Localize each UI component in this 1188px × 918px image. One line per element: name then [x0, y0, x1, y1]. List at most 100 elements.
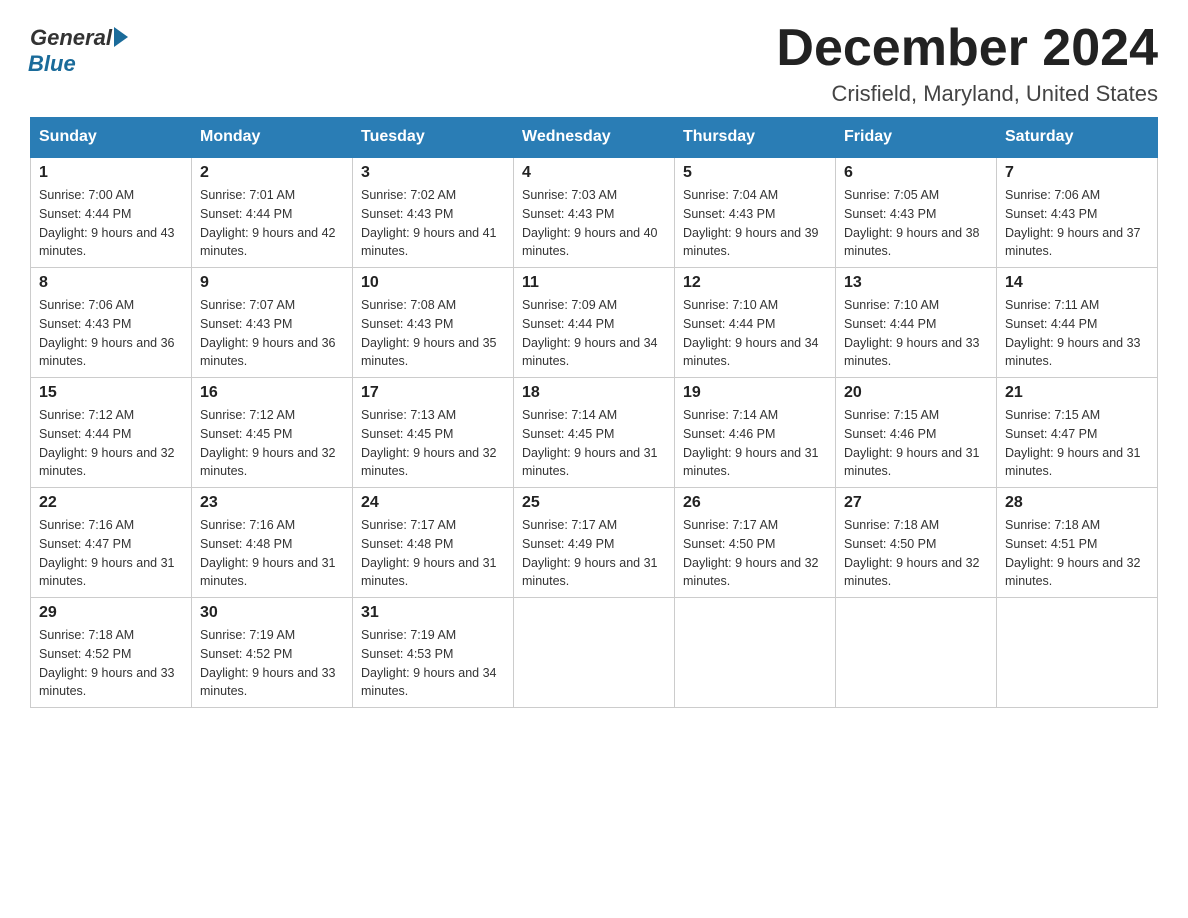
day-info: Sunrise: 7:18 AMSunset: 4:52 PMDaylight:… — [39, 626, 183, 701]
week-row-3: 15 Sunrise: 7:12 AMSunset: 4:44 PMDayligh… — [31, 378, 1158, 488]
day-number: 31 — [361, 604, 505, 622]
day-info: Sunrise: 7:18 AMSunset: 4:50 PMDaylight:… — [844, 516, 988, 591]
day-number: 21 — [1005, 384, 1149, 402]
page-header: General Blue December 2024 Crisfield, Ma… — [30, 20, 1158, 107]
day-info: Sunrise: 7:06 AMSunset: 4:43 PMDaylight:… — [39, 296, 183, 371]
day-info: Sunrise: 7:05 AMSunset: 4:43 PMDaylight:… — [844, 186, 988, 261]
calendar-cell: 18Sunrise: 7:14 AMSunset: 4:45 PMDayligh… — [514, 378, 675, 488]
day-info: Sunrise: 7:17 AMSunset: 4:50 PMDaylight:… — [683, 516, 827, 591]
day-number: 20 — [844, 384, 988, 402]
day-number: 28 — [1005, 494, 1149, 512]
day-number: 7 — [1005, 164, 1149, 182]
day-number: 9 — [200, 274, 344, 292]
day-info: Sunrise: 7:14 AMSunset: 4:46 PMDaylight:… — [683, 406, 827, 481]
logo-general-text: General — [30, 25, 112, 51]
day-number: 17 — [361, 384, 505, 402]
day-header-tuesday: Tuesday — [353, 118, 514, 158]
calendar-cell: 9 Sunrise: 7:07 AMSunset: 4:43 PMDaylight… — [192, 268, 353, 378]
day-header-row: SundayMondayTuesdayWednesdayThursdayFrid… — [31, 118, 1158, 158]
day-number: 5 — [683, 164, 827, 182]
day-number: 10 — [361, 274, 505, 292]
calendar-cell: 31 Sunrise: 7:19 AMSunset: 4:53 PMDayligh… — [353, 598, 514, 708]
calendar-cell: 16Sunrise: 7:12 AMSunset: 4:45 PMDayligh… — [192, 378, 353, 488]
day-info: Sunrise: 7:13 AMSunset: 4:45 PMDaylight:… — [361, 406, 505, 481]
day-header-sunday: Sunday — [31, 118, 192, 158]
calendar-cell: 19 Sunrise: 7:14 AMSunset: 4:46 PMDayligh… — [675, 378, 836, 488]
day-info: Sunrise: 7:07 AMSunset: 4:43 PMDaylight:… — [200, 296, 344, 371]
calendar-cell: 14 Sunrise: 7:11 AMSunset: 4:44 PMDayligh… — [997, 268, 1158, 378]
day-info: Sunrise: 7:19 AMSunset: 4:53 PMDaylight:… — [361, 626, 505, 701]
calendar-cell: 24Sunrise: 7:17 AMSunset: 4:48 PMDayligh… — [353, 488, 514, 598]
day-number: 27 — [844, 494, 988, 512]
day-info: Sunrise: 7:09 AMSunset: 4:44 PMDaylight:… — [522, 296, 666, 371]
day-header-friday: Friday — [836, 118, 997, 158]
day-info: Sunrise: 7:04 AMSunset: 4:43 PMDaylight:… — [683, 186, 827, 261]
calendar-cell: 30Sunrise: 7:19 AMSunset: 4:52 PMDayligh… — [192, 598, 353, 708]
day-info: Sunrise: 7:00 AMSunset: 4:44 PMDaylight:… — [39, 186, 183, 261]
calendar-table: SundayMondayTuesdayWednesdayThursdayFrid… — [30, 117, 1158, 708]
calendar-cell: 12Sunrise: 7:10 AMSunset: 4:44 PMDayligh… — [675, 268, 836, 378]
calendar-cell: 26 Sunrise: 7:17 AMSunset: 4:50 PMDayligh… — [675, 488, 836, 598]
day-number: 23 — [200, 494, 344, 512]
week-row-5: 29 Sunrise: 7:18 AMSunset: 4:52 PMDayligh… — [31, 598, 1158, 708]
calendar-cell: 28 Sunrise: 7:18 AMSunset: 4:51 PMDayligh… — [997, 488, 1158, 598]
day-info: Sunrise: 7:10 AMSunset: 4:44 PMDaylight:… — [844, 296, 988, 371]
day-number: 13 — [844, 274, 988, 292]
title-section: December 2024 Crisfield, Maryland, Unite… — [776, 20, 1158, 107]
calendar-cell: 8 Sunrise: 7:06 AMSunset: 4:43 PMDaylight… — [31, 268, 192, 378]
day-info: Sunrise: 7:02 AMSunset: 4:43 PMDaylight:… — [361, 186, 505, 261]
day-header-wednesday: Wednesday — [514, 118, 675, 158]
month-title: December 2024 — [776, 20, 1158, 77]
day-number: 15 — [39, 384, 183, 402]
week-row-1: 1 Sunrise: 7:00 AMSunset: 4:44 PMDaylight… — [31, 157, 1158, 268]
day-number: 12 — [683, 274, 827, 292]
calendar-cell: 20 Sunrise: 7:15 AMSunset: 4:46 PMDayligh… — [836, 378, 997, 488]
day-number: 2 — [200, 164, 344, 182]
day-header-monday: Monday — [192, 118, 353, 158]
day-number: 19 — [683, 384, 827, 402]
calendar-cell: 10 Sunrise: 7:08 AMSunset: 4:43 PMDayligh… — [353, 268, 514, 378]
week-row-2: 8 Sunrise: 7:06 AMSunset: 4:43 PMDaylight… — [31, 268, 1158, 378]
day-header-saturday: Saturday — [997, 118, 1158, 158]
calendar-cell: 15 Sunrise: 7:12 AMSunset: 4:44 PMDayligh… — [31, 378, 192, 488]
day-number: 3 — [361, 164, 505, 182]
day-number: 25 — [522, 494, 666, 512]
calendar-cell — [514, 598, 675, 708]
logo: General Blue — [30, 20, 128, 77]
calendar-cell — [675, 598, 836, 708]
calendar-cell: 11 Sunrise: 7:09 AMSunset: 4:44 PMDayligh… — [514, 268, 675, 378]
calendar-cell: 21Sunrise: 7:15 AMSunset: 4:47 PMDayligh… — [997, 378, 1158, 488]
calendar-cell: 3 Sunrise: 7:02 AMSunset: 4:43 PMDaylight… — [353, 157, 514, 268]
day-info: Sunrise: 7:16 AMSunset: 4:47 PMDaylight:… — [39, 516, 183, 591]
location-title: Crisfield, Maryland, United States — [776, 81, 1158, 107]
day-number: 8 — [39, 274, 183, 292]
calendar-cell: 13 Sunrise: 7:10 AMSunset: 4:44 PMDayligh… — [836, 268, 997, 378]
calendar-cell: 7Sunrise: 7:06 AMSunset: 4:43 PMDaylight… — [997, 157, 1158, 268]
day-number: 16 — [200, 384, 344, 402]
day-number: 29 — [39, 604, 183, 622]
day-number: 24 — [361, 494, 505, 512]
day-number: 30 — [200, 604, 344, 622]
day-info: Sunrise: 7:08 AMSunset: 4:43 PMDaylight:… — [361, 296, 505, 371]
calendar-cell — [836, 598, 997, 708]
calendar-cell: 23 Sunrise: 7:16 AMSunset: 4:48 PMDayligh… — [192, 488, 353, 598]
day-info: Sunrise: 7:15 AMSunset: 4:46 PMDaylight:… — [844, 406, 988, 481]
calendar-cell: 22Sunrise: 7:16 AMSunset: 4:47 PMDayligh… — [31, 488, 192, 598]
day-number: 14 — [1005, 274, 1149, 292]
day-info: Sunrise: 7:01 AMSunset: 4:44 PMDaylight:… — [200, 186, 344, 261]
calendar-cell: 17 Sunrise: 7:13 AMSunset: 4:45 PMDayligh… — [353, 378, 514, 488]
calendar-cell: 4Sunrise: 7:03 AMSunset: 4:43 PMDaylight… — [514, 157, 675, 268]
day-info: Sunrise: 7:12 AMSunset: 4:44 PMDaylight:… — [39, 406, 183, 481]
calendar-cell: 27 Sunrise: 7:18 AMSunset: 4:50 PMDayligh… — [836, 488, 997, 598]
day-number: 6 — [844, 164, 988, 182]
day-number: 4 — [522, 164, 666, 182]
day-info: Sunrise: 7:16 AMSunset: 4:48 PMDaylight:… — [200, 516, 344, 591]
day-info: Sunrise: 7:17 AMSunset: 4:49 PMDaylight:… — [522, 516, 666, 591]
day-number: 1 — [39, 164, 183, 182]
day-number: 11 — [522, 274, 666, 292]
day-info: Sunrise: 7:11 AMSunset: 4:44 PMDaylight:… — [1005, 296, 1149, 371]
day-info: Sunrise: 7:18 AMSunset: 4:51 PMDaylight:… — [1005, 516, 1149, 591]
day-number: 26 — [683, 494, 827, 512]
logo-arrow-icon — [114, 27, 128, 47]
week-row-4: 22Sunrise: 7:16 AMSunset: 4:47 PMDayligh… — [31, 488, 1158, 598]
